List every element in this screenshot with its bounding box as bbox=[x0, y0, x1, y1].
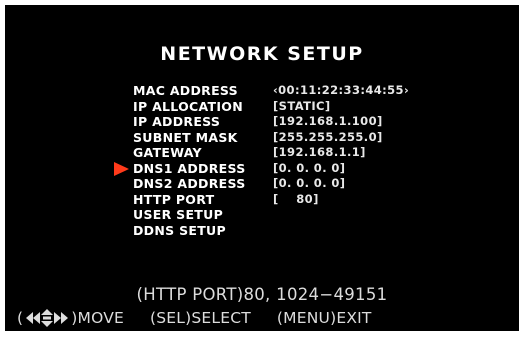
menu-item-ddns-setup[interactable]: DDNS SETUP bbox=[133, 223, 409, 239]
menu-item-label: DNS2 ADDRESS bbox=[133, 176, 246, 191]
control-legend: ( )MOVE (SEL)SELECT (MENU)EXIT bbox=[17, 308, 372, 328]
menu-item-label: GATEWAY bbox=[133, 145, 202, 160]
menu-item-ip-address[interactable]: IP ADDRESS [192.168.1.100] bbox=[133, 114, 409, 130]
menu-item-mac-address[interactable]: MAC ADDRESS ‹00:11:22:33:44:55› bbox=[133, 83, 409, 99]
menu-item-value: [192.168.1.1] bbox=[273, 145, 366, 159]
move-label: )MOVE bbox=[71, 309, 124, 327]
menu-item-value: [0. 0. 0. 0] bbox=[273, 176, 346, 190]
menu-item-label: IP ALLOCATION bbox=[133, 98, 243, 114]
menu-item-dns2-address[interactable]: DNS2 ADDRESS [0. 0. 0. 0] bbox=[133, 176, 409, 192]
osd-screen: NETWORK SETUP MAC ADDRESS ‹00:11:22:33:44… bbox=[3, 3, 521, 333]
menu-item-label: USER SETUP bbox=[133, 207, 224, 222]
selection-arrow-icon bbox=[114, 161, 129, 176]
menu-item-value: [255.255.255.0] bbox=[273, 129, 383, 144]
menu-item-value: ‹00:11:22:33:44:55› bbox=[273, 83, 410, 97]
menu-item-gateway[interactable]: GATEWAY [192.168.1.1] bbox=[133, 145, 409, 161]
exit-label: (MENU)EXIT bbox=[276, 309, 372, 327]
menu-item-http-port[interactable]: HTTP PORT [ 80] bbox=[133, 192, 409, 208]
menu-item-label: IP ADDRESS bbox=[133, 114, 221, 129]
menu-item-dns1-address[interactable]: DNS1 ADDRESS [0. 0. 0. 0] bbox=[114, 160, 409, 177]
dpad-arrows-icon bbox=[26, 309, 69, 327]
select-label: (SEL)SELECT bbox=[150, 309, 251, 327]
menu-item-value: [STATIC] bbox=[273, 98, 331, 113]
menu-item-ip-allocation[interactable]: IP ALLOCATION [STATIC] bbox=[133, 99, 409, 115]
port-range-hint: (HTTP PORT)80, 1024−49151 bbox=[136, 285, 388, 304]
menu-item-label: DNS1 ADDRESS bbox=[133, 160, 246, 176]
menu-item-label: DDNS SETUP bbox=[133, 222, 226, 238]
menu-item-user-setup[interactable]: USER SETUP bbox=[133, 207, 409, 223]
menu-item-subnet-mask[interactable]: SUBNET MASK [255.255.255.0] bbox=[133, 130, 409, 146]
menu-item-label: HTTP PORT bbox=[133, 191, 215, 207]
menu-item-label: MAC ADDRESS bbox=[133, 83, 238, 98]
menu-item-value: [ 80] bbox=[273, 191, 319, 206]
page-title: NETWORK SETUP bbox=[160, 43, 364, 65]
menu-item-label: SUBNET MASK bbox=[133, 129, 238, 145]
menu-item-value: [0. 0. 0. 0] bbox=[273, 160, 346, 175]
menu-item-value: [192.168.1.100] bbox=[273, 114, 383, 128]
network-settings-menu: MAC ADDRESS ‹00:11:22:33:44:55› IP ALLOCA… bbox=[114, 83, 409, 239]
move-prefix: ( bbox=[17, 309, 24, 327]
